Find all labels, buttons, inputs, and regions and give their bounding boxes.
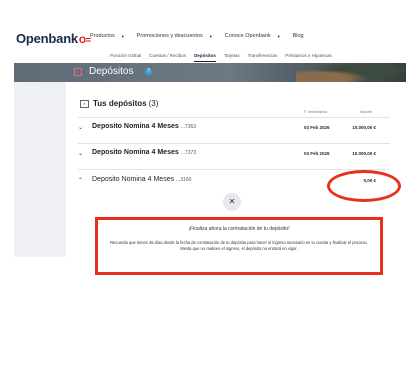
chevron-down-icon[interactable]: ⌄: [78, 150, 83, 157]
nav-label: Promociones y descuentos: [136, 33, 203, 39]
info-icon[interactable]: ?: [145, 68, 152, 75]
page-title: Depósitos: [89, 66, 134, 77]
deposit-account: ...3160: [176, 177, 192, 183]
divider: [78, 169, 390, 170]
openbank-logo[interactable]: OpenbankO=: [16, 31, 91, 46]
chevron-down-icon[interactable]: ⌄: [78, 124, 83, 131]
logo-text: Openbank: [16, 31, 78, 46]
close-icon[interactable]: ✕: [223, 193, 241, 211]
nav-label: Productos: [90, 33, 115, 39]
nav-productos[interactable]: Productos ▼: [90, 33, 125, 39]
deposit-account: ...7363: [180, 124, 197, 130]
nav-promociones[interactable]: Promociones y descuentos ▼: [137, 33, 213, 39]
nav-conoce[interactable]: Conoce Openbank ▼: [225, 33, 281, 39]
deposit-row[interactable]: ⌄ Deposito Nomina 4 Meses ...7363 03 Feb …: [78, 119, 388, 141]
nav-label: Blog: [292, 33, 304, 39]
page-banner: Depósitos ?: [14, 63, 406, 82]
deposits-count: (3): [148, 99, 159, 108]
deposit-account: ...7373: [180, 150, 197, 156]
deposit-name: Deposito Nomina 4 Meses ...7373: [92, 149, 196, 156]
deposits-heading: ▪ Tus depósitos (3): [80, 99, 158, 108]
side-panel: [14, 82, 66, 257]
nav-blog[interactable]: Blog: [293, 33, 304, 39]
caret-down-icon: ▼: [208, 33, 213, 39]
deposit-name-text: Deposito Nomina 4 Meses: [92, 149, 179, 156]
deposit-icon: [74, 68, 82, 76]
caret-down-icon: ▼: [276, 33, 281, 39]
annotation-circle: [327, 170, 401, 202]
deposit-name-text: Deposito Nomina 4 Meses: [92, 176, 175, 183]
alert-text: Recuerda que tienes 45 días desde la fec…: [110, 240, 368, 252]
column-header-date: F. Vencimiento: [304, 110, 328, 114]
chevron-up-icon[interactable]: ⌃: [78, 177, 83, 184]
nav-label: Conoce Openbank: [224, 33, 271, 39]
deposit-date: 03 Feb 2026: [304, 125, 330, 130]
tab-prestamos[interactable]: Préstamos e Hipotecas: [285, 52, 332, 62]
tab-posicion-global[interactable]: Posición Global: [110, 52, 141, 62]
caret-down-icon: ▼: [120, 33, 125, 39]
tab-depositos[interactable]: Depósitos: [194, 52, 216, 62]
tab-cuentas[interactable]: Cuentas / Recibos: [149, 52, 186, 62]
divider: [78, 143, 390, 144]
alert-title: ¡Finaliza ahora la contratación de tu de…: [188, 226, 290, 232]
deposit-amount: 10.000,00 €: [352, 151, 376, 156]
main-nav: Productos ▼ Promociones y descuentos ▼ Con…: [90, 33, 316, 39]
deposit-row[interactable]: ⌄ Deposito Nomina 4 Meses ...7373 03 Feb …: [78, 145, 388, 167]
top-bar: OpenbankO= Productos ▼ Promociones y desc…: [0, 0, 420, 48]
pending-deposit-alert: ¡Finaliza ahora la contratación de tu de…: [95, 217, 383, 275]
deposit-name: Deposito Nomina 4 Meses ...3160: [92, 176, 191, 183]
banner-image: [296, 63, 406, 82]
column-header-amount: Importe: [360, 110, 373, 114]
deposit-name-text: Deposito Nomina 4 Meses: [92, 123, 179, 130]
briefcase-icon: ▪: [80, 99, 89, 108]
section-tabs: Posición Global Cuentas / Recibos Depósi…: [14, 52, 406, 62]
tab-tarjetas[interactable]: Tarjetas: [224, 52, 240, 62]
deposits-title: Tus depósitos: [93, 99, 147, 108]
divider: [78, 117, 390, 118]
tab-transferencias[interactable]: Transferencias: [248, 52, 278, 62]
deposit-name: Deposito Nomina 4 Meses ...7363: [92, 123, 196, 130]
deposit-amount: 10.000,00 €: [352, 125, 376, 130]
deposit-date: 03 Feb 2026: [304, 151, 330, 156]
